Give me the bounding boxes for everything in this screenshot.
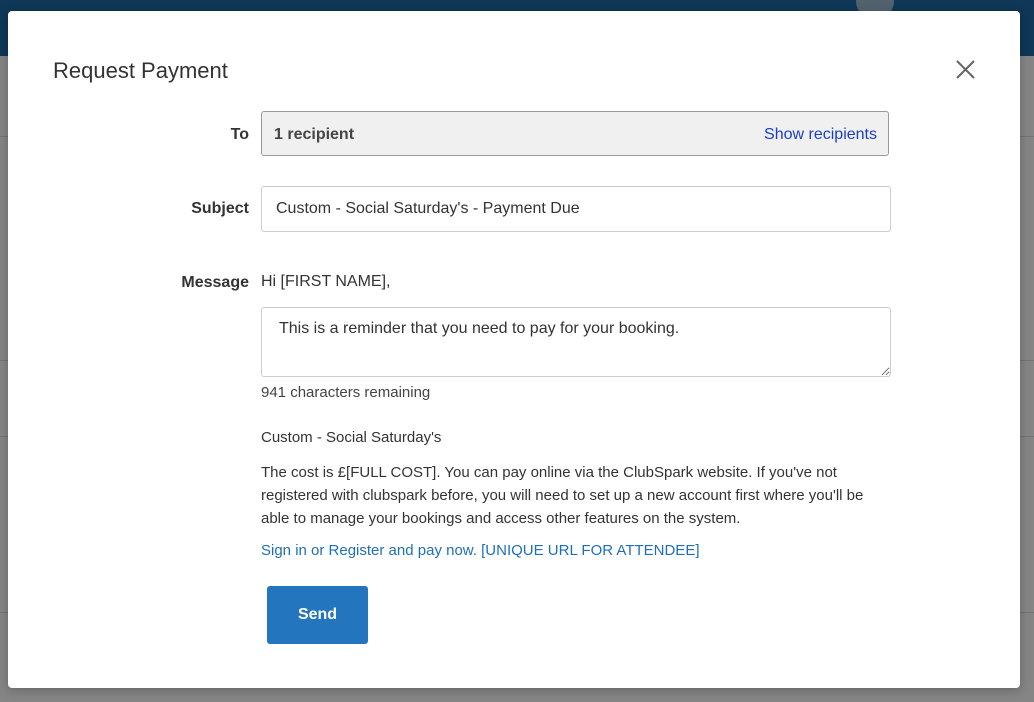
- close-button[interactable]: [952, 56, 980, 84]
- message-label: Message: [181, 274, 249, 291]
- sign-in-pay-link[interactable]: Sign in or Register and pay now. [UNIQUE…: [261, 542, 700, 559]
- characters-remaining: 941 characters remaining: [261, 384, 431, 401]
- subject-label: Subject: [191, 200, 249, 217]
- message-textarea[interactable]: This is a reminder that you need to pay …: [261, 307, 891, 377]
- close-icon: [956, 60, 975, 79]
- cost-description: The cost is £[FULL COST]. You can pay on…: [261, 464, 864, 527]
- subject-input[interactable]: [261, 186, 891, 232]
- send-button[interactable]: Send: [267, 586, 368, 644]
- message-greeting: Hi [FIRST NAME],: [261, 273, 391, 290]
- to-label: To: [230, 126, 249, 143]
- modal-title: Request Payment: [53, 58, 228, 83]
- event-name: Custom - Social Saturday's: [261, 429, 442, 446]
- recipients-field: 1 recipient Show recipients: [261, 111, 889, 156]
- recipients-count: 1 recipient: [274, 126, 355, 143]
- request-payment-modal: Request Payment To 1 recipient Show reci…: [8, 11, 1020, 688]
- show-recipients-link[interactable]: Show recipients: [764, 126, 877, 144]
